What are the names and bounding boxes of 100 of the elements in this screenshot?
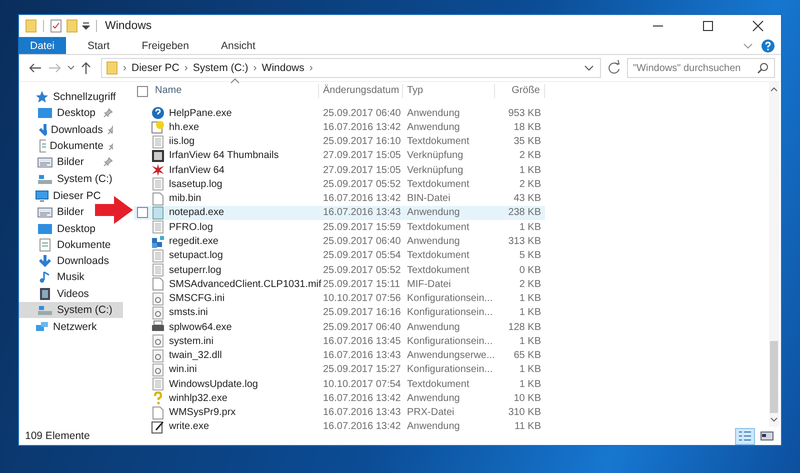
file-row[interactable]: HelpPane.exe 25.09.2017 06:40 Anwendung 953 KB xyxy=(134,106,545,120)
file-row[interactable]: mib.bin 16.07.2016 13:42 BIN-Datei 43 KB xyxy=(134,192,545,206)
type-cell-text: Verknüpfung xyxy=(406,164,464,176)
size-cell-text: 2 KB xyxy=(518,150,542,162)
scroll-down-icon[interactable] xyxy=(770,417,778,423)
file-row[interactable]: WindowsUpdate.log 10.10.2017 07:54 Textdokument 1 KB xyxy=(134,377,545,392)
file-name: iis.log xyxy=(169,136,195,148)
date-cell-text: 27.09.2017 15:05 xyxy=(322,164,402,176)
settings-file-icon xyxy=(151,348,165,363)
search-icon[interactable] xyxy=(757,62,769,74)
pin-icon[interactable] xyxy=(108,141,113,152)
scroll-up-icon[interactable] xyxy=(770,86,778,92)
back-arrow-icon[interactable] xyxy=(27,61,43,75)
file-row[interactable]: hh.exe 16.07.2016 13:42 Anwendung 18 KB xyxy=(134,120,545,135)
size-cell-text: 1 KB xyxy=(518,307,542,318)
scrollbar[interactable] xyxy=(769,82,779,427)
sidebar-item[interactable]: Dieser PC xyxy=(19,188,105,204)
file-row[interactable]: IrfanView 64 27.09.2017 15:05 Verknüpfung 1 KB xyxy=(134,163,545,178)
sidebar-item[interactable]: Videos xyxy=(19,286,93,302)
sidebar-item[interactable]: Dokumente xyxy=(19,138,123,154)
breadcrumb-separator[interactable]: › xyxy=(123,62,126,74)
type-cell-text: Textdokument xyxy=(406,264,470,276)
pin-icon[interactable] xyxy=(103,157,113,168)
checklist-icon[interactable] xyxy=(50,19,62,33)
pin-icon[interactable] xyxy=(106,124,113,135)
date-cell-text: 25.09.2017 16:16 xyxy=(322,307,402,318)
row-checkbox[interactable] xyxy=(137,207,148,218)
file-row[interactable]: SMSAdvancedClient.CLP1031.mif 25.09.2017 15:11 MIF-Datei 2 KB xyxy=(134,277,545,292)
select-all-checkbox[interactable] xyxy=(137,86,148,96)
ribbon-tab[interactable]: Freigeben xyxy=(132,37,199,54)
type-cell-text: Anwendung xyxy=(406,236,461,248)
file-name: setuperr.log xyxy=(169,264,222,276)
file-name: system.ini xyxy=(169,336,214,347)
file-name: IrfanView 64 xyxy=(169,164,224,176)
ribbon-tab[interactable]: Ansicht xyxy=(210,37,266,54)
sidebar-item[interactable]: Dokumente xyxy=(19,236,115,253)
column-header[interactable]: Name xyxy=(151,84,319,98)
file-row[interactable]: splwow64.exe 25.09.2017 06:40 Anwendung 128 KB xyxy=(134,320,545,334)
chevron-icon[interactable] xyxy=(743,42,753,50)
text-file-icon xyxy=(151,177,165,192)
file-row[interactable]: PFRO.log 25.09.2017 15:59 Textdokument 1 KB xyxy=(134,220,545,234)
file-row[interactable]: setupact.log 25.09.2017 05:54 Textdokument 5 KB xyxy=(134,248,545,263)
file-icon xyxy=(151,406,165,420)
breadcrumb-item[interactable]: Dieser PC xyxy=(132,62,180,74)
sidebar-item[interactable]: Bilder xyxy=(19,154,123,170)
breadcrumb-separator[interactable]: › xyxy=(184,62,188,74)
file-row[interactable]: lsasetup.log 25.09.2017 05:52 Textdokument 2 KB xyxy=(134,177,545,192)
file-row[interactable]: WMSysPr9.prx 16.07.2016 13:43 PRX-Datei 310 KB xyxy=(134,406,545,420)
type-cell-text: Textdokument xyxy=(406,178,470,190)
text-file-icon xyxy=(151,220,165,234)
pin-icon[interactable] xyxy=(103,108,113,118)
scrollbar-thumb[interactable] xyxy=(770,341,778,413)
ribbon-tab[interactable]: Start xyxy=(78,37,120,54)
breadcrumb-item[interactable]: System (C:) xyxy=(192,62,248,74)
dropdown-icon[interactable] xyxy=(584,64,594,72)
dropdown-icon[interactable] xyxy=(82,21,90,31)
details-view-button[interactable] xyxy=(735,428,755,444)
file-row[interactable]: IrfanView 64 Thumbnails 27.09.2017 15:05 Verknüpfung 2 KB xyxy=(134,148,545,164)
column-header[interactable]: Typ xyxy=(403,84,495,98)
file-row[interactable]: setuperr.log 25.09.2017 05:52 Textdokument 0 KB xyxy=(134,262,545,278)
details-view-icon xyxy=(738,430,752,442)
ribbon-tab[interactable]: Datei xyxy=(19,37,66,54)
file-row[interactable]: notepad.exe 16.07.2016 13:43 Anwendung 238 KB xyxy=(134,206,545,220)
file-row[interactable]: iis.log 25.09.2017 16:10 Textdokument 35 KB xyxy=(134,134,545,149)
column-header[interactable]: Änderungsdatum xyxy=(319,84,403,98)
sidebar-item[interactable]: Desktop xyxy=(19,105,123,122)
sidebar-item[interactable]: System (C:) xyxy=(19,170,116,187)
file-row[interactable]: twain_32.dll 16.07.2016 13:43 Anwendungserwe... 65 KB xyxy=(134,348,545,363)
up-arrow-icon[interactable] xyxy=(79,61,93,75)
help-file-icon xyxy=(151,120,165,134)
file-row[interactable]: smsts.ini 25.09.2017 16:16 Konfigurationsein... 1 KB xyxy=(134,306,545,320)
text-file-icon xyxy=(151,134,165,149)
sidebar-item[interactable]: System (C:) xyxy=(19,302,123,318)
date-cell-text: 25.09.2017 06:40 xyxy=(322,322,402,333)
file-row[interactable]: win.ini 25.09.2017 15:27 Konfigurationsein... 1 KB xyxy=(134,362,545,378)
search-field[interactable]: "Windows" durchsuchen xyxy=(627,58,775,78)
sidebar-item[interactable]: Desktop xyxy=(19,220,100,237)
size-cell-text: 5 KB xyxy=(518,250,542,262)
help-icon[interactable] xyxy=(761,38,775,52)
date-cell-text: 16.07.2016 13:42 xyxy=(322,122,402,133)
file-row[interactable]: write.exe 16.07.2016 13:42 Anwendung 11 KB xyxy=(134,420,545,434)
file-row[interactable]: SMSCFG.ini 10.10.2017 07:56 Konfigurationsein... 1 KB xyxy=(134,291,545,306)
sidebar-item[interactable]: Downloads xyxy=(19,122,123,138)
sidebar-item[interactable]: Netzwerk xyxy=(19,319,101,336)
file-row[interactable]: regedit.exe 25.09.2017 06:40 Anwendung 313 KB xyxy=(134,234,545,249)
file-row[interactable]: system.ini 16.07.2016 13:45 Konfigurationsein... 1 KB xyxy=(134,334,545,349)
size-cell-text: 128 KB xyxy=(507,322,542,333)
file-row[interactable]: winhlp32.exe 16.07.2016 13:42 Anwendung 10 KB xyxy=(134,391,545,406)
type-cell-text: Konfigurationsein... xyxy=(406,364,494,376)
size-cell-text: 953 KB xyxy=(507,108,542,119)
column-header[interactable]: Größe xyxy=(495,84,545,98)
sidebar-item[interactable]: Musik xyxy=(19,269,88,286)
breadcrumb-item[interactable]: Windows xyxy=(262,62,304,74)
address-field[interactable]: › Dieser PC › System (C:) › Windows › xyxy=(101,58,601,78)
breadcrumb-separator[interactable]: › xyxy=(309,62,313,74)
sidebar-item[interactable]: Schnellzugriff xyxy=(19,89,120,106)
sidebar-item[interactable]: Downloads xyxy=(19,252,113,270)
breadcrumb-separator[interactable]: › xyxy=(253,62,257,74)
date-cell-text: 10.10.2017 07:54 xyxy=(322,378,402,390)
sidebar-item[interactable]: Bilder xyxy=(19,204,88,220)
